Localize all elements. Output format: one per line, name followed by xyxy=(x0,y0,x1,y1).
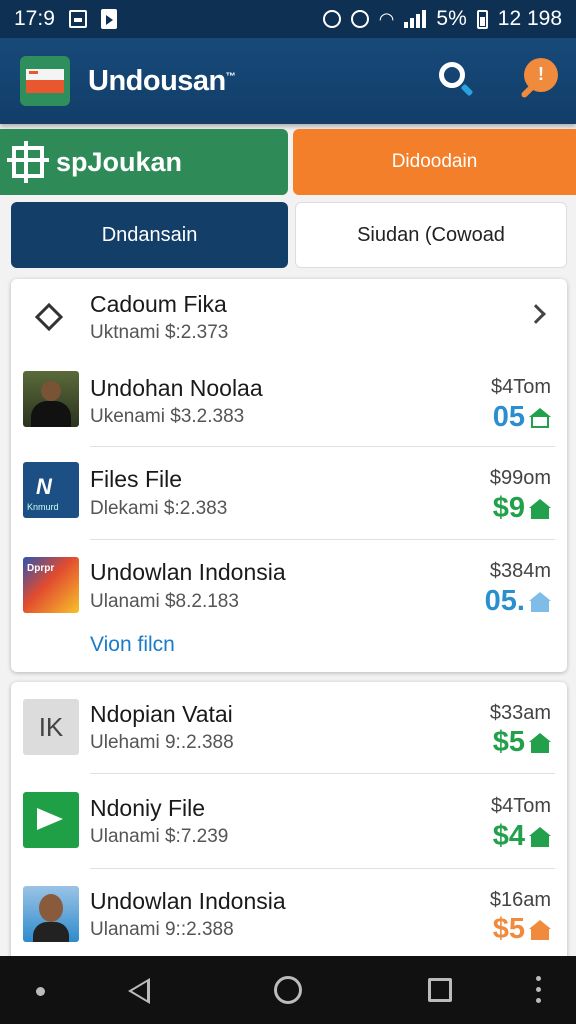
item-title: Undohan Noolaa xyxy=(90,375,263,401)
status-bar: 17:9 ◠ 5% 12 198 xyxy=(0,0,576,38)
notification-button[interactable]: ! xyxy=(518,56,562,104)
item-title: Files File xyxy=(90,466,183,492)
house-icon xyxy=(529,591,551,612)
gallery-icon xyxy=(68,10,87,28)
item-sub: Dlekami $:2.383 xyxy=(90,498,228,519)
item-title: Undowlan Indonsia xyxy=(90,559,286,585)
system-nav-bar xyxy=(0,956,576,1024)
house-icon xyxy=(529,826,551,847)
item-sub: Ukenami $3.2.383 xyxy=(90,406,245,427)
list-header-row[interactable]: Cadoum Fika Uktnami $:2.373 xyxy=(11,279,567,365)
more-options-icon[interactable] xyxy=(536,976,542,1004)
orange-action-label: Didoodain xyxy=(391,151,478,172)
chevron-right-icon[interactable] xyxy=(526,304,546,324)
item-price: $384m xyxy=(489,560,551,582)
item-thumbnail xyxy=(23,371,79,427)
status-time: 17:9 xyxy=(14,7,55,30)
file-list-card: Cadoum Fika Uktnami $:2.373 Undohan Nool… xyxy=(11,279,567,672)
mute-icon xyxy=(350,10,369,28)
item-thumbnail xyxy=(23,792,79,848)
battery-icon xyxy=(476,9,488,29)
alarm-icon xyxy=(322,10,341,28)
orange-action-button[interactable]: Didoodain xyxy=(293,129,576,195)
back-icon[interactable] xyxy=(128,978,150,1004)
list-item[interactable]: N Knmurd Files File Dlekami $:2.383 $99om… xyxy=(11,448,567,538)
divider xyxy=(90,446,555,447)
item-thumbnail: N Knmurd xyxy=(23,462,79,518)
navy-action-button[interactable]: Dndansain xyxy=(11,202,288,268)
app-bar: Undousan™ ! xyxy=(0,38,576,124)
wifi-icon: ◠ xyxy=(378,8,395,29)
navy-action-label: Dndansain xyxy=(101,223,198,246)
item-sub: Ulehami 9:.2.388 xyxy=(90,732,234,753)
list-item[interactable]: Dprpr Undowlan Indonsia Ulanami $8.2.183… xyxy=(11,541,567,631)
crosshair-icon xyxy=(7,141,49,183)
app-logo xyxy=(20,56,70,106)
item-price: $99om xyxy=(489,467,551,489)
item-sub: Ulanami 9::2.388 xyxy=(90,919,234,940)
item-title: Ndopian Vatai xyxy=(90,701,233,727)
item-thumbnail: IK xyxy=(23,699,79,755)
item-sub: Ulanami $8.2.183 xyxy=(90,591,239,612)
list-item[interactable]: IK Ndopian Vatai Ulehami 9:.2.388 $33am … xyxy=(11,682,567,772)
item-value: $5 xyxy=(493,913,551,946)
item-thumbnail: Dprpr xyxy=(23,557,79,613)
list-item[interactable]: Undowlan Indonsia Ulanami 9::2.388 $16am… xyxy=(11,870,567,970)
recent-apps-icon[interactable] xyxy=(428,978,452,1002)
house-icon xyxy=(529,498,551,519)
item-sub: Ulanami $:7.239 xyxy=(90,826,229,847)
divider xyxy=(90,773,555,774)
diamond-icon xyxy=(34,302,64,332)
battery-percent: 5% xyxy=(436,7,467,30)
nav-dot-icon[interactable] xyxy=(36,987,45,996)
house-icon xyxy=(529,919,551,940)
file-list-card-2: IK Ndopian Vatai Ulehami 9:.2.388 $33am … xyxy=(11,682,567,972)
item-thumbnail xyxy=(23,886,79,942)
search-button[interactable] xyxy=(437,60,477,100)
item-price: $33am xyxy=(489,702,551,724)
home-icon[interactable] xyxy=(274,976,302,1004)
list-header-title: Cadoum Fika xyxy=(90,291,227,317)
list-item[interactable]: Undohan Noolaa Ukenami $3.2.383 $4Tom 05 xyxy=(11,365,567,445)
item-value: 05 xyxy=(493,401,551,434)
view-files-link[interactable]: Vion filcn xyxy=(90,633,175,657)
item-value: 05. xyxy=(485,585,551,618)
divider xyxy=(90,868,555,869)
house-outline-icon xyxy=(529,407,551,428)
list-item[interactable]: Ndoniy File Ulanami $:7.239 $4Tom $4 xyxy=(11,775,567,867)
item-price: $16am xyxy=(489,889,551,911)
item-value: $4 xyxy=(493,820,551,853)
green-action-label: spJoukan xyxy=(56,146,183,177)
item-value: $5 xyxy=(493,726,551,759)
status-clock: 12 198 xyxy=(497,7,562,30)
item-title: Ndoniy File xyxy=(90,795,206,821)
white-action-button[interactable]: Siudan (Cowoad xyxy=(295,202,567,268)
item-price: $4Tom xyxy=(490,795,551,817)
play-file-icon xyxy=(100,9,117,29)
list-header-sub: Uktnami $:2.373 xyxy=(90,322,229,343)
divider xyxy=(90,539,555,540)
white-action-label: Siudan (Cowoad xyxy=(357,223,505,246)
search-icon xyxy=(439,62,465,88)
item-value: $9 xyxy=(493,492,551,525)
green-action-button[interactable]: spJoukan xyxy=(0,129,288,195)
signal-icon xyxy=(404,10,427,28)
item-title: Undowlan Indonsia xyxy=(90,888,286,914)
item-price: $4Tom xyxy=(490,376,551,398)
house-icon xyxy=(529,732,551,753)
app-title: Undousan™ xyxy=(88,64,236,97)
